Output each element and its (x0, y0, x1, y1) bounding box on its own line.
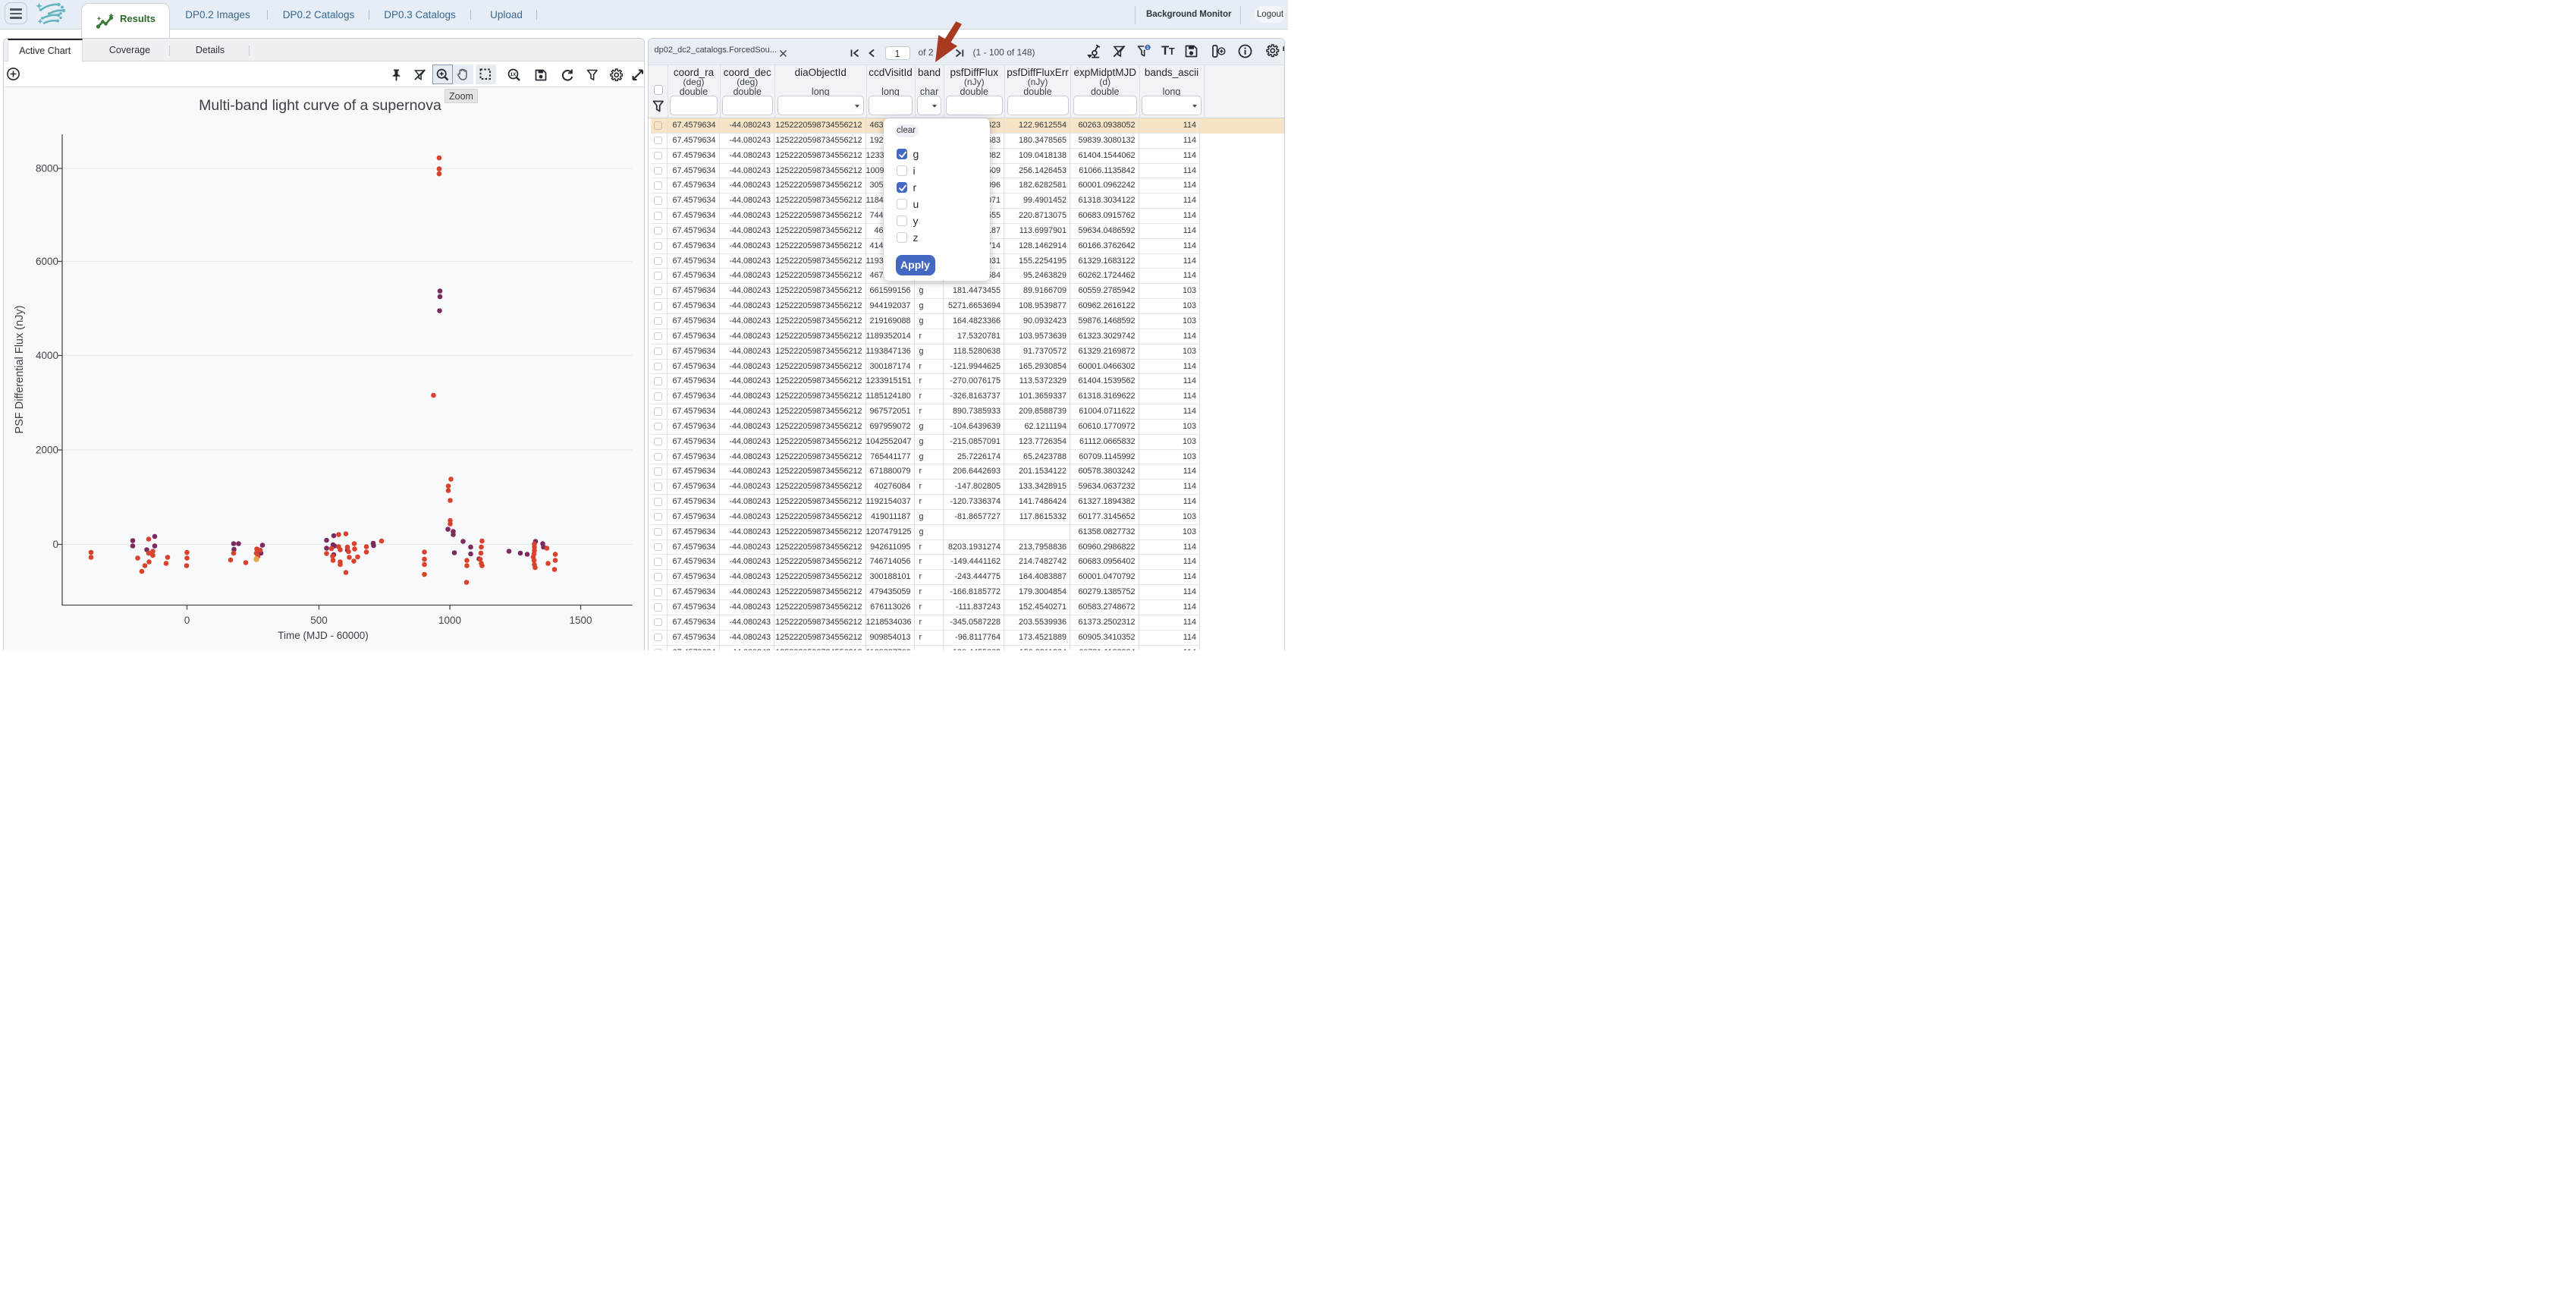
svg-text:1500: 1500 (569, 615, 592, 626)
svg-text:Multi-band light curve of a su: Multi-band light curve of a supernova (199, 97, 441, 114)
svg-text:1X: 1X (510, 72, 517, 77)
svg-text:T: T (1161, 44, 1169, 58)
svg-text:Time (MJD - 60000): Time (MJD - 60000) (278, 630, 369, 641)
svg-text:6000: 6000 (36, 256, 58, 267)
svg-text:0: 0 (184, 615, 190, 626)
svg-text:4000: 4000 (36, 350, 58, 361)
svg-text:0: 0 (52, 539, 58, 550)
svg-text:1: 1 (1146, 46, 1149, 51)
svg-text:1000: 1000 (438, 615, 461, 626)
svg-text:T: T (1169, 46, 1175, 57)
svg-text:2000: 2000 (36, 445, 58, 456)
svg-text:8000: 8000 (36, 163, 58, 175)
svg-text:PSF Differential Flux (nJy): PSF Differential Flux (nJy) (14, 306, 26, 434)
svg-text:500: 500 (310, 615, 328, 626)
